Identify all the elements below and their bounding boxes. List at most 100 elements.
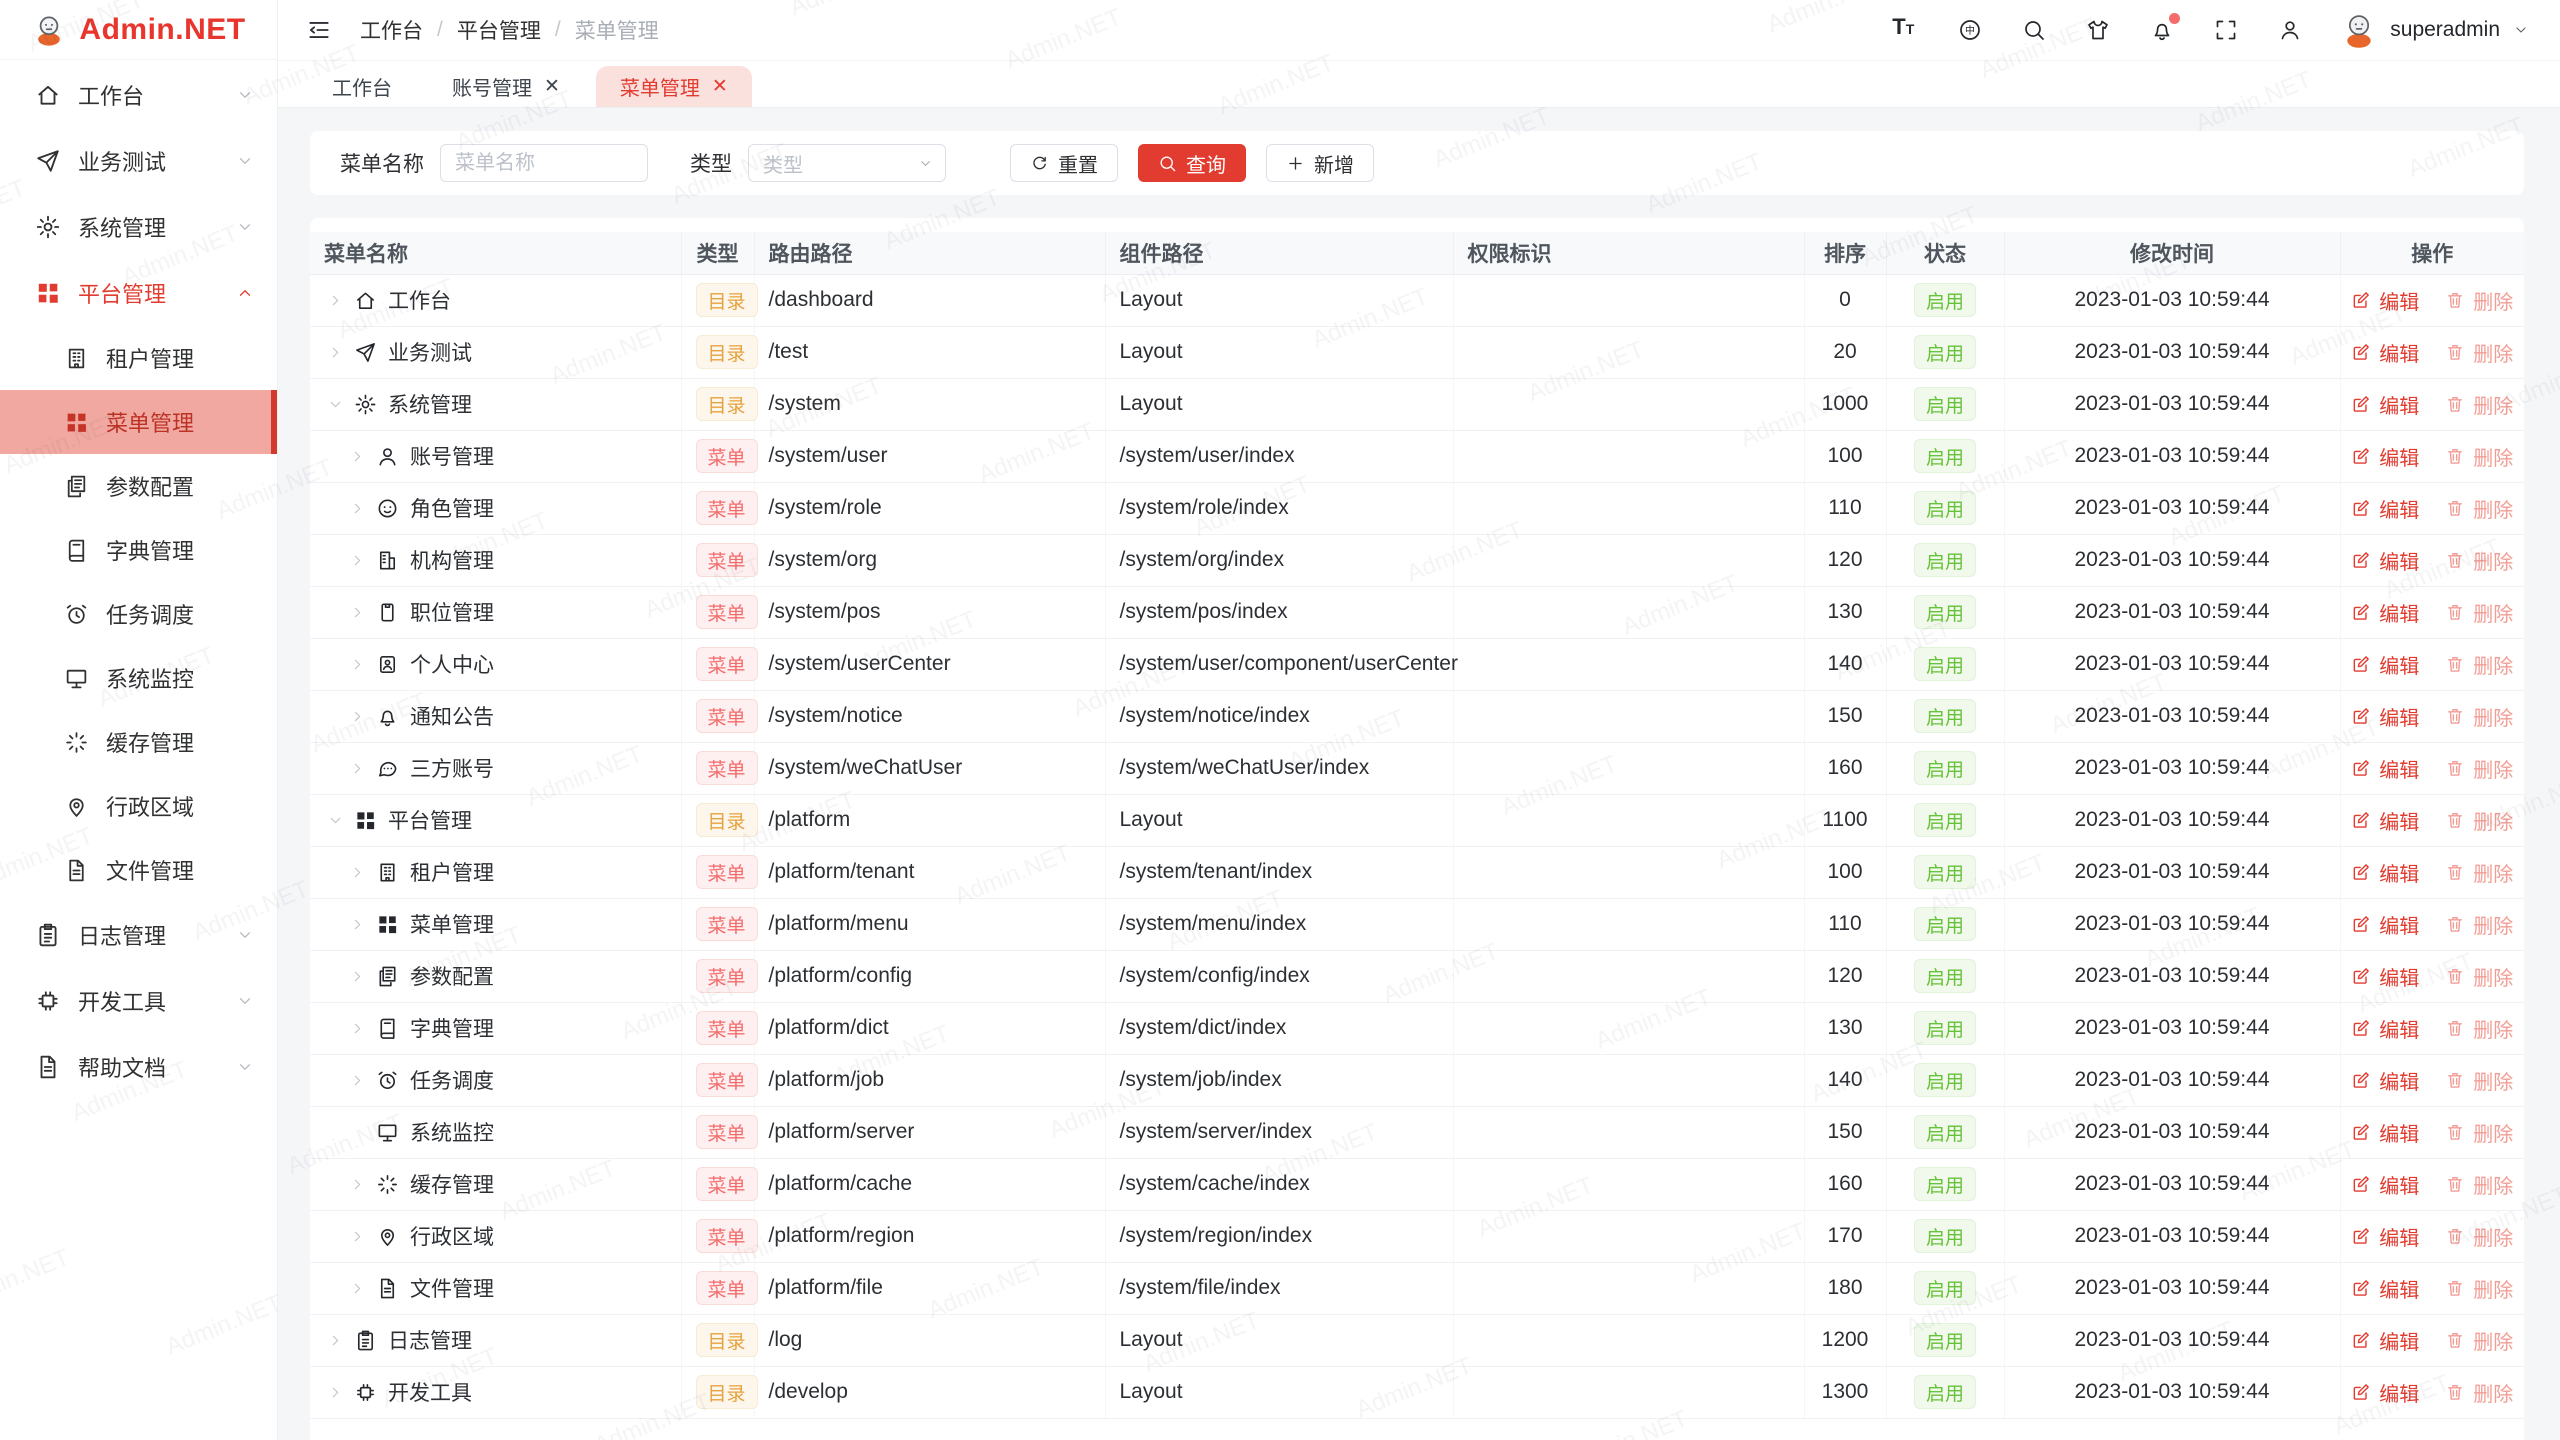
edit-button[interactable]: 编辑 [2351, 286, 2419, 315]
edit-button[interactable]: 编辑 [2351, 962, 2419, 991]
expand-toggle-icon[interactable] [346, 913, 368, 935]
expand-toggle-icon[interactable] [346, 705, 368, 727]
edit-button[interactable]: 编辑 [2351, 910, 2419, 939]
expand-toggle-icon[interactable] [324, 341, 346, 363]
expand-toggle-icon[interactable] [346, 757, 368, 779]
tab-账号管理[interactable]: 账号管理✕ [428, 66, 584, 107]
edit-button[interactable]: 编辑 [2351, 1014, 2419, 1043]
expand-toggle-icon[interactable] [346, 601, 368, 623]
expand-toggle-icon[interactable] [324, 393, 346, 415]
sidebar-item-cache-mgmt[interactable]: 缓存管理 [0, 710, 277, 774]
edit-button[interactable]: 编辑 [2351, 494, 2419, 523]
tab-工作台[interactable]: 工作台 [308, 66, 416, 107]
menu-name-input[interactable] [440, 144, 648, 182]
sidebar-item-log-mgmt[interactable]: 日志管理 [0, 902, 277, 968]
delete-button[interactable]: 删除 [2445, 598, 2513, 627]
expand-toggle-icon[interactable] [324, 289, 346, 311]
close-icon[interactable]: ✕ [712, 77, 728, 96]
search-icon[interactable] [2020, 16, 2048, 44]
sidebar-item-dict-mgmt[interactable]: 字典管理 [0, 518, 277, 582]
delete-button[interactable]: 删除 [2445, 494, 2513, 523]
edit-button[interactable]: 编辑 [2351, 650, 2419, 679]
delete-button[interactable]: 删除 [2445, 754, 2513, 783]
edit-button[interactable]: 编辑 [2351, 1378, 2419, 1407]
delete-button[interactable]: 删除 [2445, 286, 2513, 315]
edit-button[interactable]: 编辑 [2351, 1118, 2419, 1147]
delete-button[interactable]: 删除 [2445, 442, 2513, 471]
delete-button[interactable]: 删除 [2445, 338, 2513, 367]
expand-toggle-icon[interactable] [346, 965, 368, 987]
expand-toggle-icon[interactable] [346, 1173, 368, 1195]
edit-button[interactable]: 编辑 [2351, 1066, 2419, 1095]
expand-toggle-icon[interactable] [346, 445, 368, 467]
expand-toggle-icon[interactable] [324, 1381, 346, 1403]
breadcrumb-item[interactable]: 工作台 [360, 15, 423, 45]
expand-toggle-icon[interactable] [346, 1277, 368, 1299]
expand-toggle-icon[interactable] [324, 1329, 346, 1351]
edit-button[interactable]: 编辑 [2351, 858, 2419, 887]
delete-button[interactable]: 删除 [2445, 910, 2513, 939]
sidebar-item-param-config[interactable]: 参数配置 [0, 454, 277, 518]
sidebar-item-business-test[interactable]: 业务测试 [0, 128, 277, 194]
edit-button[interactable]: 编辑 [2351, 598, 2419, 627]
collapse-menu-icon[interactable] [304, 15, 334, 45]
language-icon[interactable]: 中 [1956, 16, 1984, 44]
close-icon[interactable]: ✕ [544, 77, 560, 96]
edit-button[interactable]: 编辑 [2351, 1326, 2419, 1355]
sidebar-item-file-mgmt[interactable]: 文件管理 [0, 838, 277, 902]
breadcrumb-item[interactable]: 平台管理 [457, 15, 541, 45]
sidebar-item-region[interactable]: 行政区域 [0, 774, 277, 838]
sidebar-item-job-schedule[interactable]: 任务调度 [0, 582, 277, 646]
edit-button[interactable]: 编辑 [2351, 546, 2419, 575]
delete-button[interactable]: 删除 [2445, 1118, 2513, 1147]
fullscreen-icon[interactable] [2212, 16, 2240, 44]
expand-toggle-icon[interactable] [346, 1069, 368, 1091]
delete-button[interactable]: 删除 [2445, 1066, 2513, 1095]
delete-button[interactable]: 删除 [2445, 1222, 2513, 1251]
expand-toggle-icon[interactable] [346, 1017, 368, 1039]
type-select[interactable]: 类型 [748, 144, 946, 182]
tab-菜单管理[interactable]: 菜单管理✕ [596, 66, 752, 107]
edit-button[interactable]: 编辑 [2351, 338, 2419, 367]
delete-button[interactable]: 删除 [2445, 962, 2513, 991]
delete-button[interactable]: 删除 [2445, 702, 2513, 731]
query-button[interactable]: 查询 [1138, 144, 1246, 182]
delete-button[interactable]: 删除 [2445, 858, 2513, 887]
sidebar-item-system-mgmt[interactable]: 系统管理 [0, 194, 277, 260]
sidebar-item-menu-mgmt[interactable]: 菜单管理 [0, 390, 277, 454]
sidebar-item-tenant-mgmt[interactable]: 租户管理 [0, 326, 277, 390]
sidebar-item-help-docs[interactable]: 帮助文档 [0, 1034, 277, 1100]
sidebar-item-dev-tools[interactable]: 开发工具 [0, 968, 277, 1034]
delete-button[interactable]: 删除 [2445, 390, 2513, 419]
edit-button[interactable]: 编辑 [2351, 442, 2419, 471]
delete-button[interactable]: 删除 [2445, 1274, 2513, 1303]
delete-button[interactable]: 删除 [2445, 650, 2513, 679]
edit-button[interactable]: 编辑 [2351, 702, 2419, 731]
edit-button[interactable]: 编辑 [2351, 390, 2419, 419]
sidebar-item-system-monitor[interactable]: 系统监控 [0, 646, 277, 710]
notification-icon[interactable] [2148, 16, 2176, 44]
delete-button[interactable]: 删除 [2445, 1170, 2513, 1199]
expand-toggle-icon[interactable] [346, 861, 368, 883]
edit-button[interactable]: 编辑 [2351, 1274, 2419, 1303]
edit-button[interactable]: 编辑 [2351, 754, 2419, 783]
user-icon[interactable] [2276, 16, 2304, 44]
edit-button[interactable]: 编辑 [2351, 1170, 2419, 1199]
font-size-icon[interactable]: TT [1892, 16, 1920, 44]
edit-button[interactable]: 编辑 [2351, 1222, 2419, 1251]
expand-toggle-icon[interactable] [346, 497, 368, 519]
add-button[interactable]: 新增 [1266, 144, 1374, 182]
edit-button[interactable]: 编辑 [2351, 806, 2419, 835]
delete-button[interactable]: 删除 [2445, 1014, 2513, 1043]
sidebar-item-workbench[interactable]: 工作台 [0, 62, 277, 128]
delete-button[interactable]: 删除 [2445, 1378, 2513, 1407]
delete-button[interactable]: 删除 [2445, 546, 2513, 575]
user-menu[interactable]: superadmin [2340, 11, 2530, 49]
theme-icon[interactable] [2084, 16, 2112, 44]
delete-button[interactable]: 删除 [2445, 806, 2513, 835]
expand-toggle-icon[interactable] [346, 653, 368, 675]
sidebar-item-platform-mgmt[interactable]: 平台管理 [0, 260, 277, 326]
reset-button[interactable]: 重置 [1010, 144, 1118, 182]
expand-toggle-icon[interactable] [346, 1225, 368, 1247]
expand-toggle-icon[interactable] [324, 809, 346, 831]
